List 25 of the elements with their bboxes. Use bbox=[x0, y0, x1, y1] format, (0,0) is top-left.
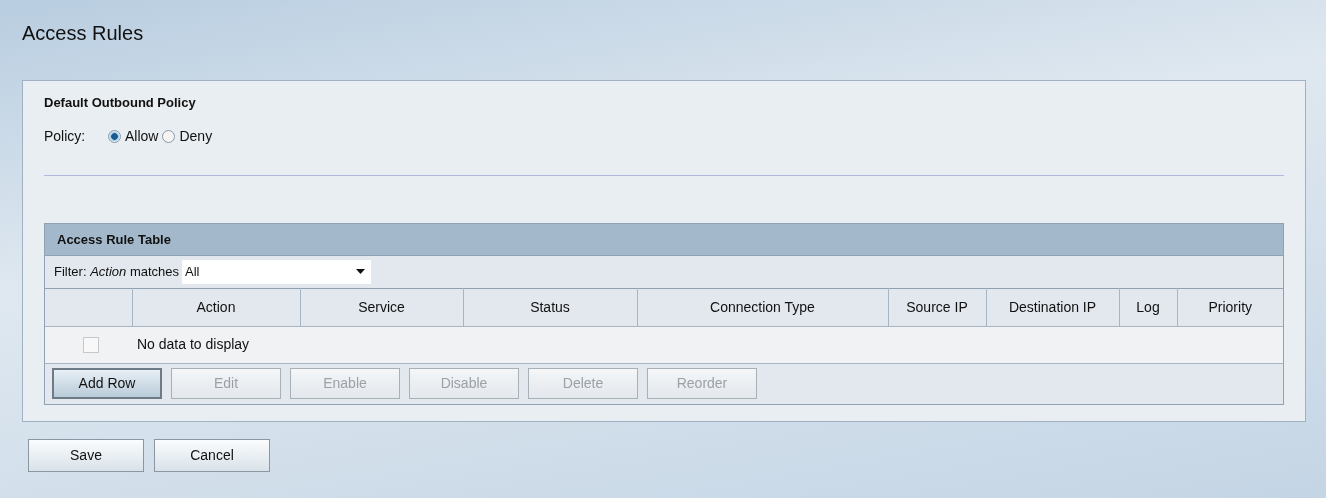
column-header: Priority bbox=[1177, 288, 1283, 326]
row-checkbox[interactable] bbox=[83, 336, 99, 353]
column-header: Status bbox=[463, 288, 637, 326]
radio-label[interactable]: Allow bbox=[125, 126, 159, 147]
page-title: Access Rules bbox=[22, 21, 145, 46]
dropdown-value: All bbox=[185, 262, 200, 281]
column-header: Connection Type bbox=[637, 288, 888, 326]
filter-dropdown[interactable]: All bbox=[182, 259, 371, 284]
caret-icon bbox=[356, 269, 365, 274]
action-button[interactable]: Add Row bbox=[52, 367, 162, 399]
column-header: Action bbox=[132, 288, 300, 326]
section-heading: Default Outbound Policy bbox=[44, 94, 197, 112]
column-header: Destination IP bbox=[986, 288, 1119, 326]
column-header: Source IP bbox=[888, 288, 986, 326]
radio-button[interactable] bbox=[162, 130, 176, 143]
column-header: Service bbox=[300, 288, 463, 326]
table-title: Access Rule Table bbox=[45, 223, 1283, 256]
filter-label: Filter: Action matches bbox=[54, 262, 179, 281]
empty-message: No data to display bbox=[137, 335, 250, 354]
policy-label: Policy: bbox=[44, 127, 87, 146]
action-button[interactable]: Cancel bbox=[154, 439, 270, 472]
radio-button[interactable] bbox=[108, 130, 121, 143]
action-button[interactable]: Save bbox=[28, 439, 144, 472]
radio-label[interactable]: Deny bbox=[179, 126, 213, 147]
column-header: Log bbox=[1119, 288, 1177, 326]
